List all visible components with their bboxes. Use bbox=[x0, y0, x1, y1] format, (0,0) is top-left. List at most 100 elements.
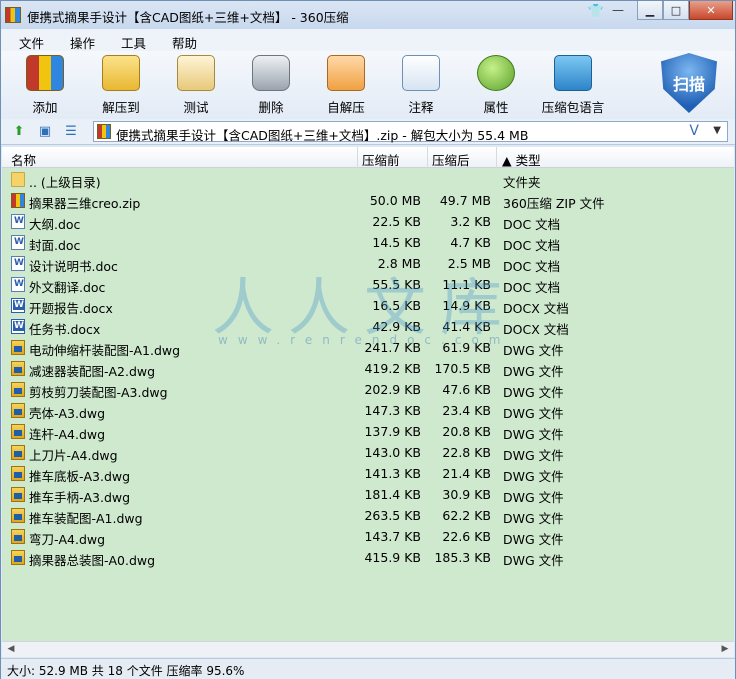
file-type: DWG 文件 bbox=[503, 553, 564, 568]
up-arrow-icon[interactable]: ⬆ bbox=[11, 124, 27, 140]
file-row[interactable]: 大纲.doc 22.5 KB 3.2 KB DOC 文档 bbox=[2, 211, 734, 232]
comment-button[interactable]: 注释 bbox=[385, 55, 457, 117]
minimize-button[interactable]: ▁ bbox=[637, 1, 663, 20]
self-extract-label: 自解压 bbox=[327, 100, 365, 115]
dwg-file-icon bbox=[11, 382, 25, 397]
encoding-button[interactable]: 压缩包语言 bbox=[535, 55, 611, 117]
column-packed[interactable]: 压缩前 bbox=[362, 150, 400, 169]
zip-file-icon bbox=[11, 193, 25, 208]
address-field[interactable]: 便携式摘果手设计【含CAD图纸+三维+文档】.zip - 解包大小为 55.4 … bbox=[93, 121, 728, 143]
file-row[interactable]: 壳体-A3.dwg 147.3 KB 23.4 KB DWG 文件 bbox=[2, 400, 734, 421]
file-unpacked-size: 30.9 KB bbox=[442, 487, 491, 502]
skin-icon[interactable]: 👕 bbox=[587, 4, 605, 20]
menu-tools[interactable]: 工具 bbox=[121, 29, 160, 51]
file-row[interactable]: 开题报告.docx 16.5 KB 14.9 KB DOCX 文档 bbox=[2, 295, 734, 316]
maximize-button[interactable]: □ bbox=[663, 1, 689, 20]
add-label: 添加 bbox=[32, 100, 58, 115]
file-row[interactable]: 上刀片-A4.dwg 143.0 KB 22.8 KB DWG 文件 bbox=[2, 442, 734, 463]
dropdown-icon[interactable]: ▼ bbox=[713, 125, 721, 136]
file-row[interactable]: 连杆-A4.dwg 137.9 KB 20.8 KB DWG 文件 bbox=[2, 421, 734, 442]
column-name[interactable]: 名称 bbox=[11, 150, 36, 169]
file-packed-size: 419.2 KB bbox=[364, 361, 421, 376]
comment-label: 注释 bbox=[408, 100, 434, 115]
file-row[interactable]: 封面.doc 14.5 KB 4.7 KB DOC 文档 bbox=[2, 232, 734, 253]
file-row[interactable]: 推车底板-A3.dwg 141.3 KB 21.4 KB DWG 文件 bbox=[2, 463, 734, 484]
scroll-right-icon[interactable]: ▶ bbox=[718, 644, 732, 656]
file-row[interactable]: 推车手柄-A3.dwg 181.4 KB 30.9 KB DWG 文件 bbox=[2, 484, 734, 505]
file-name: 任务书.docx bbox=[29, 322, 101, 337]
file-type: 文件夹 bbox=[503, 175, 541, 190]
file-unpacked-size: 11.1 KB bbox=[442, 277, 491, 292]
file-row[interactable]: 减速器装配图-A2.dwg 419.2 KB 170.5 KB DWG 文件 bbox=[2, 358, 734, 379]
file-name: 外文翻译.doc bbox=[29, 280, 106, 295]
file-packed-size: 147.3 KB bbox=[364, 403, 421, 418]
file-packed-size: 241.7 KB bbox=[364, 340, 421, 355]
file-row[interactable]: 电动伸缩杆装配图-A1.dwg 241.7 KB 61.9 KB DWG 文件 bbox=[2, 337, 734, 358]
menu-help[interactable]: 帮助 bbox=[172, 29, 211, 51]
file-unpacked-size: 41.4 KB bbox=[442, 319, 491, 334]
scan-button[interactable]: 扫描 bbox=[661, 53, 717, 115]
file-row[interactable]: .. (上级目录) 文件夹 bbox=[2, 169, 734, 190]
doc-file-icon bbox=[11, 256, 25, 271]
file-row[interactable]: 剪枝剪刀装配图-A3.dwg 202.9 KB 47.6 KB DWG 文件 bbox=[2, 379, 734, 400]
status-bar: 大小: 52.9 MB 共 18 个文件 压缩率 95.6% bbox=[1, 658, 735, 679]
thumbnail-view-icon[interactable]: ▣ bbox=[37, 124, 53, 140]
file-unpacked-size: 185.3 KB bbox=[434, 550, 491, 565]
test-button[interactable]: 测试 bbox=[160, 55, 232, 117]
file-row[interactable]: 摘果器总装图-A0.dwg 415.9 KB 185.3 KB DWG 文件 bbox=[2, 547, 734, 568]
column-type[interactable]: ▲ 类型 bbox=[502, 150, 541, 169]
dwg-file-icon bbox=[11, 361, 25, 376]
close-button[interactable]: ✕ bbox=[689, 1, 733, 20]
self-extract-button[interactable]: 自解压 bbox=[310, 55, 382, 117]
file-row[interactable]: 推车装配图-A1.dwg 263.5 KB 62.2 KB DWG 文件 bbox=[2, 505, 734, 526]
delete-button[interactable]: 删除 bbox=[235, 55, 307, 117]
file-packed-size: 141.3 KB bbox=[364, 466, 421, 481]
menu-dash-icon[interactable]: — bbox=[609, 3, 627, 19]
dwg-file-icon bbox=[11, 529, 25, 544]
encoding-label: 压缩包语言 bbox=[541, 100, 605, 115]
file-packed-size: 143.0 KB bbox=[364, 445, 421, 460]
horizontal-scrollbar[interactable]: ◀ ▶ bbox=[2, 641, 734, 657]
menu-bar: 文件 操作 工具 帮助 bbox=[1, 29, 735, 51]
file-row[interactable]: 摘果器三维creo.zip 50.0 MB 49.7 MB 360压缩 ZIP 文件 bbox=[2, 190, 734, 211]
file-row[interactable]: 任务书.docx 42.9 KB 41.4 KB DOCX 文档 bbox=[2, 316, 734, 337]
properties-button[interactable]: 属性 bbox=[460, 55, 532, 117]
self-extract-icon bbox=[327, 55, 365, 91]
extract-to-button[interactable]: 解压到 bbox=[85, 55, 157, 117]
column-divider[interactable] bbox=[427, 147, 428, 168]
file-packed-size: 263.5 KB bbox=[364, 508, 421, 523]
status-text: 大小: 52.9 MB 共 18 个文件 压缩率 95.6% bbox=[7, 664, 245, 678]
file-row[interactable]: 弯刀-A4.dwg 143.7 KB 22.6 KB DWG 文件 bbox=[2, 526, 734, 547]
column-divider[interactable] bbox=[496, 147, 497, 168]
scroll-left-icon[interactable]: ◀ bbox=[4, 644, 18, 656]
file-name: 封面.doc bbox=[29, 238, 81, 253]
app-zip-icon bbox=[5, 7, 21, 23]
dwg-file-icon bbox=[11, 424, 25, 439]
file-row[interactable]: 设计说明书.doc 2.8 MB 2.5 MB DOC 文档 bbox=[2, 253, 734, 274]
file-packed-size: 55.5 KB bbox=[372, 277, 421, 292]
window-title: 便携式摘果手设计【含CAD图纸+三维+文档】 - 360压缩 bbox=[27, 10, 349, 25]
v-icon[interactable]: V bbox=[689, 123, 699, 139]
file-row[interactable]: 外文翻译.doc 55.5 KB 11.1 KB DOC 文档 bbox=[2, 274, 734, 295]
menu-file[interactable]: 文件 bbox=[19, 29, 58, 51]
column-divider[interactable] bbox=[357, 147, 358, 168]
docx-file-icon bbox=[11, 298, 25, 313]
file-name: 上刀片-A4.dwg bbox=[29, 448, 118, 463]
menu-operation[interactable]: 操作 bbox=[70, 29, 109, 51]
title-bar[interactable]: 便携式摘果手设计【含CAD图纸+三维+文档】 - 360压缩 👕 — ▁ □ ✕ bbox=[1, 1, 735, 29]
file-name: 减速器装配图-A2.dwg bbox=[29, 364, 156, 379]
file-unpacked-size: 47.6 KB bbox=[442, 382, 491, 397]
file-unpacked-size: 20.8 KB bbox=[442, 424, 491, 439]
test-icon bbox=[177, 55, 215, 91]
file-name: 推车装配图-A1.dwg bbox=[29, 511, 143, 526]
shield-icon: 扫描 bbox=[661, 53, 717, 113]
add-button[interactable]: 添加 bbox=[9, 55, 81, 117]
file-name: 推车手柄-A3.dwg bbox=[29, 490, 131, 505]
file-unpacked-size: 23.4 KB bbox=[442, 403, 491, 418]
file-list[interactable]: 名称 压缩前 压缩后 ▲ 类型 .. (上级目录) 文件夹 摘果器三维creo.zi… bbox=[2, 147, 734, 655]
file-unpacked-size: 22.6 KB bbox=[442, 529, 491, 544]
column-unpacked[interactable]: 压缩后 bbox=[432, 150, 470, 169]
delete-icon bbox=[252, 55, 290, 91]
window-controls: ▁ □ ✕ bbox=[637, 1, 733, 21]
list-view-icon[interactable]: ☰ bbox=[63, 124, 79, 140]
